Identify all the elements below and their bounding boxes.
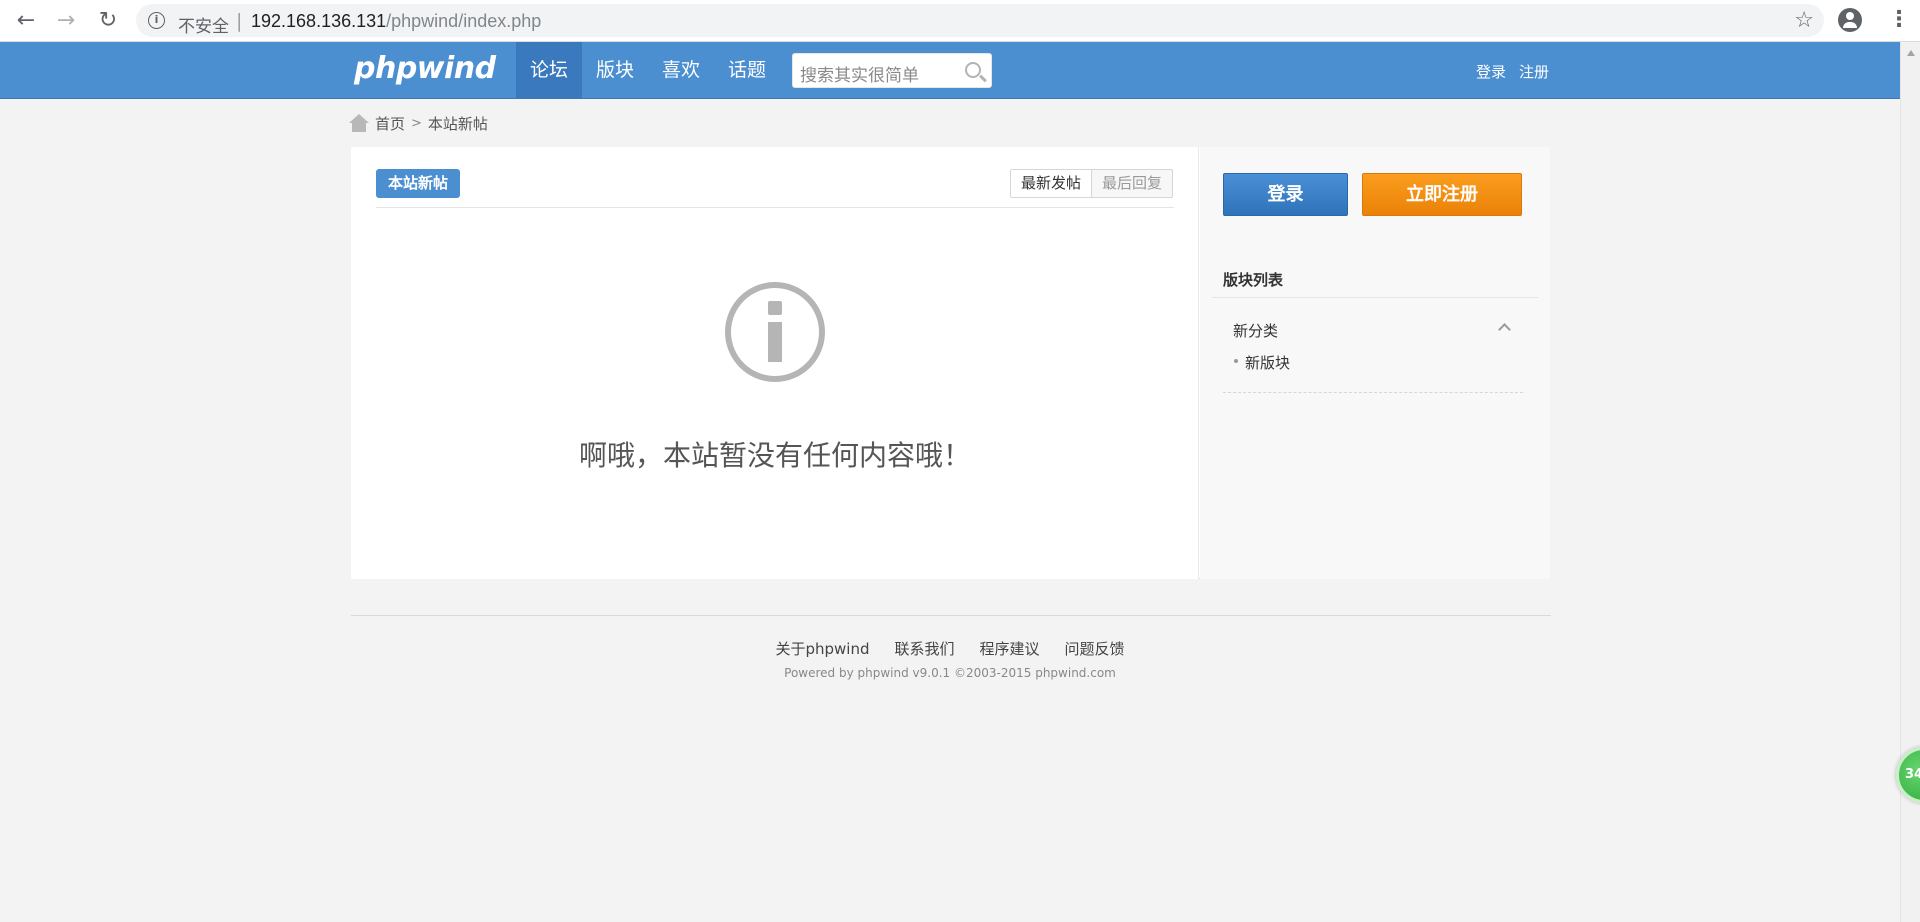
- breadcrumb: 首页 > 本站新帖: [349, 113, 488, 133]
- chevron-up-icon[interactable]: [1498, 323, 1511, 336]
- sidebar: 登录 立即注册 版块列表 新分类 新版块: [1200, 147, 1550, 579]
- category-name[interactable]: 新分类: [1233, 320, 1278, 341]
- sort-tabs: 最新发帖 最后回复: [1009, 169, 1173, 198]
- search-box[interactable]: 搜索其实很简单: [792, 53, 992, 88]
- back-icon[interactable]: ←: [12, 7, 40, 35]
- nav-item-forum[interactable]: 论坛: [516, 42, 583, 99]
- main-panel: 本站新帖 最新发帖 最后回复 啊哦，本站暂没有任何内容哦！ 登录 立即注册 版块…: [351, 147, 1550, 579]
- tab-last-reply[interactable]: 最后回复: [1092, 170, 1172, 197]
- url-separator: |: [236, 10, 243, 32]
- site-logo[interactable]: phpwind: [354, 51, 496, 86]
- scroll-up-icon[interactable]: [1907, 50, 1915, 56]
- bullet-icon: [1234, 359, 1238, 363]
- bookmark-star-icon[interactable]: ☆: [1794, 8, 1814, 33]
- nav-item-likes[interactable]: 喜欢: [648, 42, 714, 99]
- search-icon[interactable]: [965, 62, 981, 78]
- address-bar[interactable]: i 不安全 | 192.168.136.131/phpwind/index.ph…: [136, 4, 1824, 37]
- browser-menu-icon[interactable]: ⋮: [1888, 6, 1910, 34]
- home-icon[interactable]: [349, 114, 369, 132]
- breadcrumb-current[interactable]: 本站新帖: [428, 113, 488, 134]
- account-icon[interactable]: [1838, 8, 1862, 32]
- footer-link-about[interactable]: 关于phpwind: [775, 638, 869, 659]
- insecure-label: 不安全: [178, 17, 229, 37]
- main-nav: 论坛 版块 喜欢 话题: [516, 42, 780, 99]
- breadcrumb-separator-icon: >: [411, 115, 422, 131]
- site-header: phpwind 论坛 版块 喜欢 话题 搜索其实很简单 登录 注册: [0, 42, 1900, 99]
- info-circle-icon: [725, 282, 825, 382]
- divider: [376, 207, 1174, 208]
- nav-item-boards[interactable]: 版块: [582, 42, 648, 99]
- breadcrumb-home[interactable]: 首页: [375, 113, 405, 134]
- sidebar-dashed-divider: [1223, 392, 1523, 393]
- browser-toolbar: ← → ↻ i 不安全 | 192.168.136.131/phpwind/in…: [0, 0, 1920, 42]
- url-host: 192.168.136.131: [251, 11, 387, 31]
- header-login-link[interactable]: 登录: [1476, 61, 1506, 82]
- info-icon[interactable]: i: [148, 12, 165, 29]
- search-input[interactable]: 搜索其实很简单: [800, 61, 919, 86]
- footer-links: 关于phpwind 联系我们 程序建议 问题反馈: [0, 638, 1900, 659]
- board-list-title: 版块列表: [1223, 271, 1284, 289]
- url-path: /phpwind/index.php: [386, 11, 542, 31]
- register-button[interactable]: 立即注册: [1362, 173, 1522, 216]
- footer-link-suggestions[interactable]: 程序建议: [980, 638, 1040, 659]
- login-button[interactable]: 登录: [1223, 173, 1348, 216]
- url-text[interactable]: 192.168.136.131/phpwind/index.php: [251, 11, 541, 32]
- content-area: 本站新帖 最新发帖 最后回复 啊哦，本站暂没有任何内容哦！: [351, 147, 1199, 579]
- header-register-link[interactable]: 注册: [1519, 61, 1549, 82]
- reload-icon[interactable]: ↻: [94, 7, 122, 35]
- footer-link-contact[interactable]: 联系我们: [894, 638, 954, 659]
- tab-latest-posts[interactable]: 最新发帖: [1010, 170, 1092, 197]
- sidebar-divider: [1212, 297, 1538, 298]
- nav-item-topics[interactable]: 话题: [714, 42, 780, 99]
- empty-message: 啊哦，本站暂没有任何内容哦！: [578, 439, 971, 472]
- forward-icon[interactable]: →: [52, 7, 80, 35]
- footer-link-feedback[interactable]: 问题反馈: [1065, 638, 1125, 659]
- footer-divider: [351, 615, 1551, 616]
- board-link[interactable]: 新版块: [1245, 352, 1290, 373]
- powered-by: Powered by phpwind v9.0.1 ©2003-2015 php…: [784, 666, 1116, 680]
- new-posts-tag[interactable]: 本站新帖: [376, 169, 461, 198]
